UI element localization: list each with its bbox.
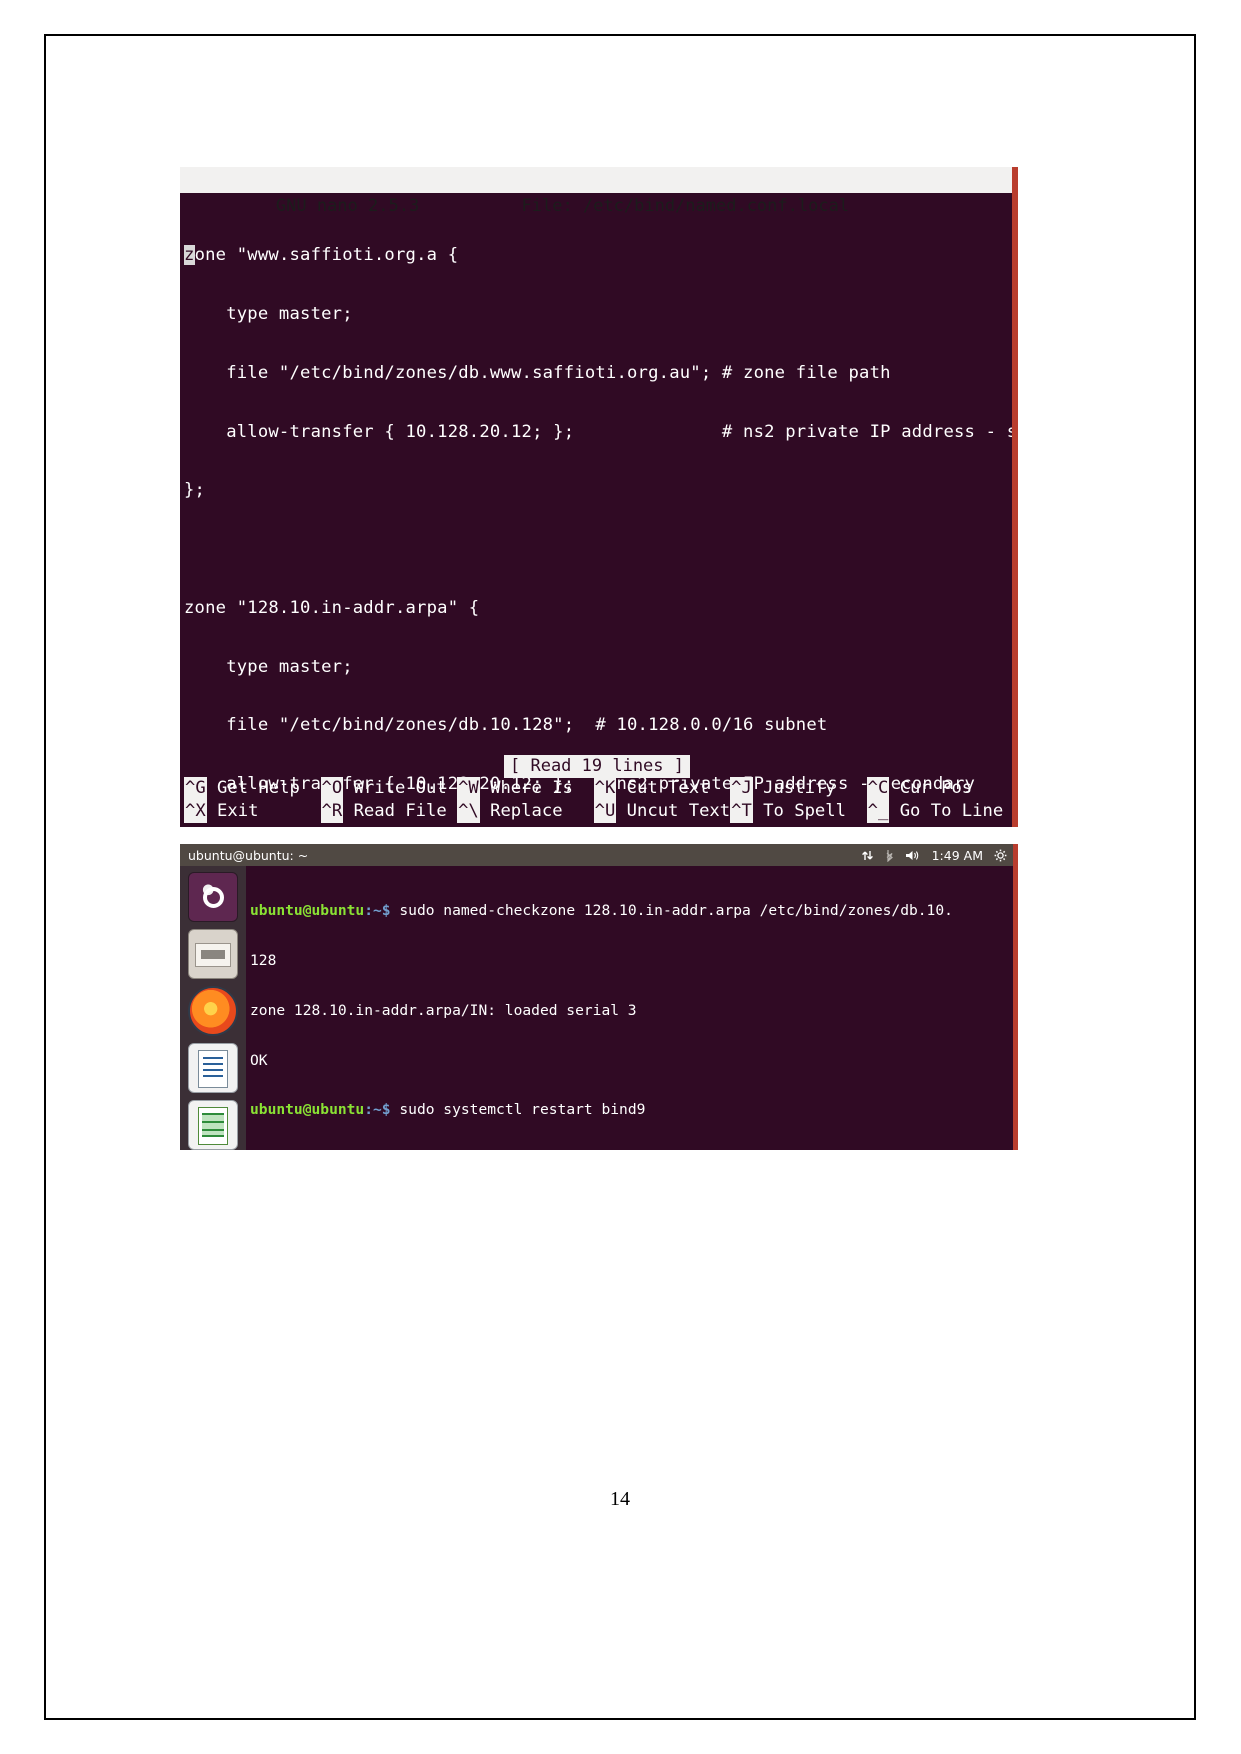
shortcut-label: Read File <box>343 801 458 821</box>
shortcut-key: ^O <box>320 777 344 800</box>
terminal-prompt-path: :~$ <box>364 902 391 920</box>
shortcut-label: Uncut Text <box>616 801 731 821</box>
unity-launcher <box>180 866 246 1150</box>
shortcut-key: ^T <box>730 800 753 823</box>
system-tray: 1:49 AM <box>861 848 1007 863</box>
terminal-prompt-user: ubuntu@ubuntu <box>250 902 365 920</box>
terminal-line: 128 <box>250 951 1013 970</box>
shortcut-key: ^U <box>593 800 617 823</box>
shortcut-key: ^\ <box>457 800 480 823</box>
shortcut-key: ^_ <box>866 800 890 823</box>
nano-line <box>184 540 1018 560</box>
nano-line-text: file "/etc/bind/zones/db.www.saffioti.or… <box>184 362 891 383</box>
nano-cursor: z <box>184 245 195 266</box>
nano-status-message: [ Read 19 lines ] <box>504 755 690 778</box>
terminal-window-title: ubuntu@ubuntu: ~ <box>188 847 309 863</box>
nano-line-text: allow-transfer { 10.128.20.12; }; # ns2 … <box>184 421 1018 442</box>
ubuntu-dash-icon[interactable] <box>188 872 238 922</box>
nano-line: file "/etc/bind/zones/db.10.128"; # 10.1… <box>184 716 1018 736</box>
nano-shortcut-get-help[interactable]: ^G Get Help <box>184 777 321 800</box>
shortcut-label: Get Help <box>206 778 321 798</box>
nano-shortcut-go-to-line[interactable]: ^_ Go To Line <box>866 800 1004 823</box>
nano-shortcut-row-2: ^X Exit ^R Read File ^\ Replace ^U Uncut… <box>180 800 1018 823</box>
nano-shortcut-bar: ^G Get Help ^O Write Out ^W Where Is ^K … <box>180 777 1018 823</box>
terminal-screenshot: ubuntu@ubuntu: ~ 1:49 AM ubuntu@ubuntu:~… <box>180 844 1018 1150</box>
nano-shortcut-to-spell[interactable]: ^T To Spell <box>730 800 867 823</box>
shortcut-label: Where Is <box>479 778 594 798</box>
shortcut-label: To Spell <box>752 801 867 821</box>
nano-shortcut-replace[interactable]: ^\ Replace <box>457 800 594 823</box>
terminal-prompt-user: ubuntu@ubuntu <box>250 1101 365 1119</box>
shortcut-key: ^R <box>320 800 344 823</box>
firefox-icon[interactable] <box>188 986 238 1036</box>
volume-icon[interactable] <box>905 849 921 862</box>
terminal-output: OK <box>250 1051 268 1069</box>
nano-shortcut-write-out[interactable]: ^O Write Out <box>320 777 458 800</box>
shortcut-label: Write Out <box>343 778 458 798</box>
nano-shortcut-read-file[interactable]: ^R Read File <box>320 800 458 823</box>
terminal-main: ubuntu@ubuntu:~$ sudo named-checkzone 12… <box>180 866 1013 1150</box>
shortcut-label: Replace <box>479 801 594 821</box>
nano-line-text: one "www.saffioti.org.a { <box>194 245 459 266</box>
nano-right-edge-stripe <box>1012 167 1018 827</box>
network-updown-icon[interactable] <box>861 849 874 862</box>
libreoffice-writer-icon[interactable] <box>188 1043 238 1093</box>
page-number: 14 <box>610 1488 630 1510</box>
shortcut-label: Exit <box>206 801 321 821</box>
nano-line: zone "www.saffioti.org.a { <box>184 245 1018 266</box>
nano-line: type master; <box>184 656 1018 678</box>
terminal-line: ubuntu@ubuntu:~$ sudo named-checkzone 12… <box>250 902 1013 920</box>
files-icon[interactable] <box>188 929 238 979</box>
terminal-command: sudo systemctl restart bind9 <box>390 1101 646 1119</box>
nano-titlebar: GNU nano 2.5.3 File: /etc/bind/named.con… <box>180 167 1018 216</box>
shortcut-key: ^K <box>593 777 617 800</box>
shortcut-label: Justify <box>752 778 867 798</box>
nano-line: zone "128.10.in-addr.arpa" { <box>184 597 1018 619</box>
clock-label[interactable]: 1:49 AM <box>932 848 983 863</box>
terminal-output: 128 <box>250 951 277 969</box>
nano-line: }; <box>184 481 1018 501</box>
nano-shortcut-where-is[interactable]: ^W Where Is <box>457 777 594 800</box>
shortcut-label: Go To Line <box>889 801 1004 821</box>
terminal-output-area[interactable]: ubuntu@ubuntu:~$ sudo named-checkzone 12… <box>246 866 1013 1150</box>
gear-icon[interactable] <box>994 849 1007 862</box>
nano-shortcut-uncut-text[interactable]: ^U Uncut Text <box>593 800 731 823</box>
nano-shortcut-justify[interactable]: ^J Justify <box>730 777 867 800</box>
terminal-line: OK <box>250 1051 1013 1070</box>
page-border: GNU nano 2.5.3 File: /etc/bind/named.con… <box>44 34 1196 1720</box>
shortcut-key: ^X <box>184 800 207 823</box>
nano-line: allow-transfer { 10.128.20.12; }; # ns2 … <box>184 421 1018 443</box>
nano-shortcut-exit[interactable]: ^X Exit <box>184 800 321 823</box>
shortcut-label: Cut Text <box>616 778 731 798</box>
shortcut-label: Cur Pos <box>889 778 973 798</box>
shortcut-key: ^G <box>184 777 207 800</box>
shortcut-key: ^C <box>866 777 890 800</box>
nano-shortcut-cur-pos[interactable]: ^C Cur Pos <box>866 777 973 800</box>
terminal-titlebar: ubuntu@ubuntu: ~ 1:49 AM <box>180 844 1013 866</box>
nano-editor-screenshot: GNU nano 2.5.3 File: /etc/bind/named.con… <box>180 167 1018 827</box>
libreoffice-calc-icon[interactable] <box>188 1100 238 1150</box>
terminal-line: ubuntu@ubuntu:~$ sudo systemctl restart … <box>250 1102 1013 1119</box>
nano-line: file "/etc/bind/zones/db.www.saffioti.or… <box>184 362 1018 384</box>
shortcut-key: ^J <box>730 777 753 800</box>
nano-line-text: type master; <box>184 303 353 324</box>
terminal-command: sudo named-checkzone 128.10.in-addr.arpa… <box>390 902 953 920</box>
nano-line-text: file "/etc/bind/zones/db.10.128"; # 10.1… <box>184 715 828 736</box>
nano-line-text: zone "128.10.in-addr.arpa" { <box>184 597 480 618</box>
nano-line-text: type master; <box>184 656 353 677</box>
terminal-prompt-path: :~$ <box>364 1101 391 1119</box>
nano-shortcut-cut-text[interactable]: ^K Cut Text <box>593 777 731 800</box>
shortcut-key: ^W <box>457 777 480 800</box>
nano-line: type master; <box>184 303 1018 325</box>
nano-shortcut-row-1: ^G Get Help ^O Write Out ^W Where Is ^K … <box>180 777 1018 800</box>
nano-text-area[interactable]: zone "www.saffioti.org.a { type master; … <box>180 193 1018 827</box>
terminal-line: zone 128.10.in-addr.arpa/IN: loaded seri… <box>250 1001 1013 1020</box>
nano-line-text: }; <box>184 480 206 501</box>
terminal-output: zone 128.10.in-addr.arpa/IN: loaded seri… <box>250 1001 637 1019</box>
bluetooth-icon[interactable] <box>885 849 894 862</box>
